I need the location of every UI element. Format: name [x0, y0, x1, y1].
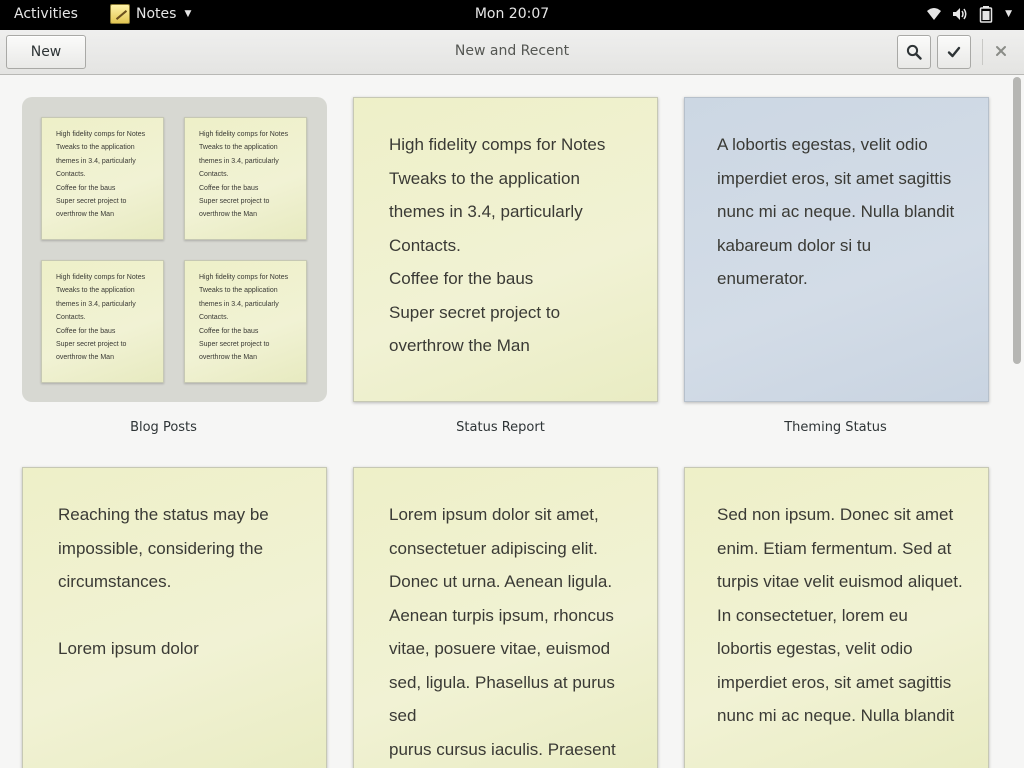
selection-mode-button[interactable] [937, 35, 971, 69]
mini-note: High fidelity comps for Notes Tweaks to … [41, 260, 164, 383]
mini-note-text: High fidelity comps for Notes Tweaks to … [199, 274, 289, 362]
note-preview-text: A lobortis egestas, velit odio imperdiet… [717, 135, 955, 288]
search-icon [906, 44, 922, 60]
close-icon [996, 46, 1006, 56]
mini-note: High fidelity comps for Notes Tweaks to … [184, 260, 307, 383]
mini-note-text: High fidelity comps for Notes Tweaks to … [199, 131, 289, 219]
chevron-down-icon: ▼ [1005, 9, 1012, 19]
new-note-button[interactable]: New [6, 35, 86, 69]
mini-note-text: High fidelity comps for Notes Tweaks to … [56, 131, 146, 219]
volume-icon [953, 8, 967, 20]
close-button[interactable] [992, 42, 1010, 60]
note-card[interactable]: Sed non ipsum. Donec sit amet enim. Etia… [684, 467, 989, 768]
system-status-menu[interactable]: ▼ [925, 5, 1012, 23]
header-separator [982, 39, 983, 65]
notes-app-icon [110, 4, 130, 24]
top-bar: Activities Notes ▼ Mon 20:07 ▼ [0, 0, 1024, 30]
checkmark-icon [947, 46, 961, 58]
wifi-icon [927, 8, 942, 20]
chevron-down-icon: ▼ [184, 9, 192, 19]
note-preview-text: Lorem ipsum dolor sit amet, consectetuer… [389, 505, 616, 759]
activities-button[interactable]: Activities [14, 6, 78, 22]
header-bar: New New and Recent [0, 30, 1024, 75]
note-preview-text: Reaching the status may be impossible, c… [58, 505, 269, 658]
note-card[interactable]: Reaching the status may be impossible, c… [22, 467, 327, 768]
notes-grid: High fidelity comps for Notes Tweaks to … [0, 75, 1024, 768]
collection-thumbnail[interactable]: High fidelity comps for Notes Tweaks to … [22, 97, 327, 402]
battery-icon [979, 6, 993, 23]
search-button[interactable] [897, 35, 931, 69]
note-preview-text: Sed non ipsum. Donec sit amet enim. Etia… [717, 505, 963, 725]
mini-note: High fidelity comps for Notes Tweaks to … [41, 117, 164, 240]
scrollbar[interactable] [1013, 77, 1021, 364]
mini-note-text: High fidelity comps for Notes Tweaks to … [56, 274, 146, 362]
clock[interactable]: Mon 20:07 [475, 6, 549, 22]
note-title: Theming Status [784, 420, 887, 435]
app-menu[interactable]: Notes ▼ [110, 4, 191, 24]
note-card[interactable]: A lobortis egestas, velit odio imperdiet… [684, 97, 989, 402]
view-title: New and Recent [454, 43, 570, 59]
note-card[interactable]: Lorem ipsum dolor sit amet, consectetuer… [353, 467, 658, 768]
mini-note: High fidelity comps for Notes Tweaks to … [184, 117, 307, 240]
note-preview-text: High fidelity comps for Notes Tweaks to … [389, 135, 606, 355]
app-menu-label: Notes [136, 6, 177, 22]
note-card[interactable]: High fidelity comps for Notes Tweaks to … [353, 97, 658, 402]
collection-label: Blog Posts [130, 420, 197, 435]
note-title: Status Report [456, 420, 545, 435]
